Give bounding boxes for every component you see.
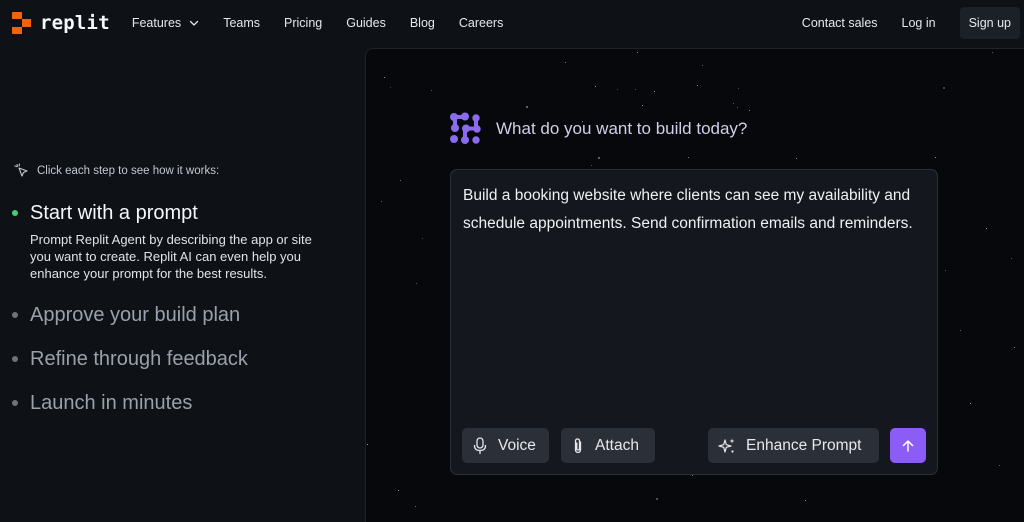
star: [733, 103, 734, 104]
star: [999, 465, 1000, 466]
replit-agent-icon: [450, 112, 481, 144]
cursor-click-icon: [14, 163, 28, 177]
star: [688, 157, 689, 158]
prompt-text[interactable]: Build a booking website where clients ca…: [463, 182, 933, 238]
step-title: Launch in minutes: [30, 392, 193, 414]
star: [1011, 258, 1012, 259]
voice-label: Voice: [498, 436, 536, 454]
step-title: Start with a prompt: [30, 202, 198, 224]
attach-button[interactable]: Attach: [561, 428, 655, 463]
active-step-dot: [12, 210, 18, 216]
star: [416, 283, 417, 284]
contact-sales-link[interactable]: Contact sales: [802, 16, 878, 30]
replit-logo[interactable]: replit: [12, 12, 110, 34]
star: [945, 270, 946, 271]
star: [384, 77, 385, 78]
top-nav: replit Features Teams Pricing Guides Blo…: [0, 0, 1024, 46]
star: [656, 498, 658, 500]
star: [992, 52, 993, 53]
star: [960, 330, 961, 331]
nav-blog[interactable]: Blog: [410, 16, 435, 30]
star: [565, 62, 566, 63]
voice-button[interactable]: Voice: [462, 428, 549, 463]
star: [935, 157, 936, 158]
star: [431, 90, 432, 91]
star: [642, 105, 643, 106]
microphone-icon: [473, 436, 487, 454]
nav-pricing[interactable]: Pricing: [284, 16, 322, 30]
step-title: Refine through feedback: [30, 348, 248, 370]
arrow-up-icon: [902, 439, 914, 452]
star: [422, 238, 423, 239]
nav-careers[interactable]: Careers: [459, 16, 503, 30]
paperclip-icon: [574, 437, 582, 453]
brand-name: replit: [40, 12, 110, 34]
enhance-prompt-button[interactable]: Enhance Prompt: [708, 428, 879, 463]
step-launch-minutes[interactable]: Launch in minutes: [12, 390, 332, 416]
star: [415, 506, 416, 507]
star: [367, 444, 368, 445]
prompt-textarea[interactable]: Build a booking website where clients ca…: [450, 169, 938, 475]
nav-teams[interactable]: Teams: [223, 16, 260, 30]
enhance-prompt-label: Enhance Prompt: [746, 436, 862, 454]
step-title: Approve your build plan: [30, 304, 241, 326]
star: [390, 87, 391, 88]
step-dot: [12, 356, 18, 362]
star: [381, 201, 382, 202]
step-approve-build-plan[interactable]: Approve your build plan: [12, 302, 332, 328]
nav-features-label: Features: [131, 16, 182, 30]
star: [796, 158, 797, 159]
steps-hint-text: Click each step to see how it works:: [37, 165, 220, 177]
step-start-with-prompt[interactable]: Start with a prompt Prompt Replit Agent …: [12, 200, 332, 282]
star: [617, 89, 618, 90]
steps-list: Start with a prompt Prompt Replit Agent …: [12, 200, 332, 416]
agent-header: What do you want to build today?: [449, 112, 747, 145]
step-description: Prompt Replit Agent by describing the ap…: [30, 232, 312, 281]
step-dot: [12, 312, 18, 318]
star: [635, 89, 636, 90]
send-button[interactable]: [890, 428, 926, 463]
star: [595, 86, 596, 87]
star: [400, 180, 401, 181]
nav-guides[interactable]: Guides: [346, 16, 386, 30]
attach-label: Attach: [595, 436, 639, 454]
star: [970, 403, 971, 404]
replit-logo-icon: [12, 12, 32, 34]
star: [749, 110, 750, 111]
star: [398, 490, 399, 491]
star: [1014, 347, 1015, 348]
sparkles-icon: [718, 438, 735, 453]
star: [697, 85, 698, 86]
signup-button[interactable]: Sign up: [959, 7, 1020, 39]
nav-features[interactable]: Features: [132, 16, 199, 30]
step-refine-feedback[interactable]: Refine through feedback: [12, 346, 332, 372]
star: [737, 107, 738, 108]
star: [943, 87, 945, 89]
star: [591, 165, 592, 166]
step-dot: [12, 400, 18, 406]
steps-hint: Click each step to see how it works:: [14, 163, 219, 179]
star: [692, 475, 693, 476]
star: [986, 228, 987, 229]
star: [637, 52, 638, 53]
login-link[interactable]: Log in: [902, 16, 936, 30]
star: [738, 88, 739, 89]
chevron-down-icon: [190, 20, 199, 26]
star: [598, 157, 600, 159]
star: [702, 65, 703, 66]
agent-question: What do you want to build today?: [496, 118, 748, 138]
star: [526, 106, 528, 108]
star: [805, 500, 806, 501]
star: [654, 91, 655, 92]
